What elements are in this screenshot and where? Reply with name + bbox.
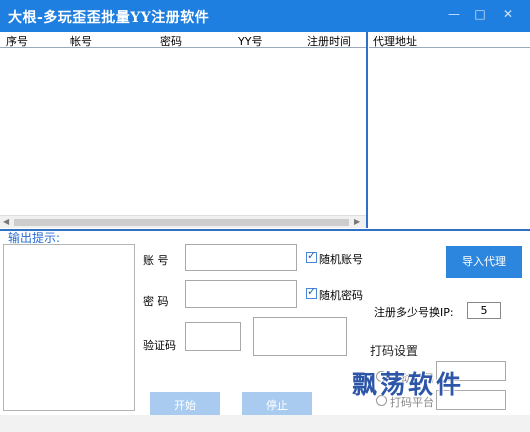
random-password-checkbox[interactable]	[306, 285, 317, 299]
output-log-box[interactable]	[3, 244, 135, 411]
random-account-checkbox[interactable]	[306, 249, 317, 263]
watermark-logo: 飘荡软件	[352, 370, 465, 399]
random-password-label: 随机密码	[319, 289, 363, 302]
password-input[interactable]	[185, 280, 297, 308]
column-header-proxy-address[interactable]: 代理地址	[373, 33, 417, 49]
account-table-header: 序号 帐号 密码 YY号 注册时间	[0, 32, 367, 48]
account-input[interactable]	[185, 244, 297, 271]
switch-ip-count-input[interactable]: 5	[467, 302, 501, 319]
column-header-account[interactable]: 帐号	[70, 33, 92, 49]
column-header-register-time[interactable]: 注册时间	[307, 33, 351, 49]
import-proxy-button[interactable]: 导入代理	[446, 246, 522, 278]
scroll-right-icon[interactable]: ▶	[354, 217, 360, 226]
account-label: 账 号	[143, 254, 169, 267]
password-label: 密 码	[143, 295, 169, 308]
maximize-button[interactable]: □	[466, 4, 494, 26]
scrollbar-thumb[interactable]	[14, 219, 349, 226]
section-divider	[0, 229, 530, 231]
column-header-password[interactable]: 密码	[160, 33, 182, 49]
captcha-settings-title: 打码设置	[370, 344, 419, 358]
panel-divider	[366, 32, 368, 228]
minimize-button[interactable]: —	[440, 4, 468, 26]
column-header-yy-number[interactable]: YY号	[238, 33, 262, 49]
scroll-left-icon[interactable]: ◀	[3, 217, 9, 226]
horizontal-scrollbar[interactable]: ◀ ▶	[0, 215, 366, 228]
bottom-strip	[0, 415, 530, 432]
captcha-image[interactable]	[253, 317, 347, 356]
proxy-table-header: 代理地址	[369, 32, 530, 48]
captcha-input[interactable]	[185, 322, 241, 351]
column-header-index[interactable]: 序号	[6, 33, 28, 49]
window-title: 大根-多玩歪歪批量YY注册软件	[8, 10, 210, 26]
close-button[interactable]: ✕	[494, 4, 522, 26]
title-bar: 大根-多玩歪歪批量YY注册软件 — □ ✕	[0, 0, 530, 32]
captcha-label: 验证码	[143, 339, 176, 352]
random-account-label: 随机账号	[319, 253, 363, 266]
switch-ip-label: 注册多少号换IP:	[374, 306, 454, 319]
